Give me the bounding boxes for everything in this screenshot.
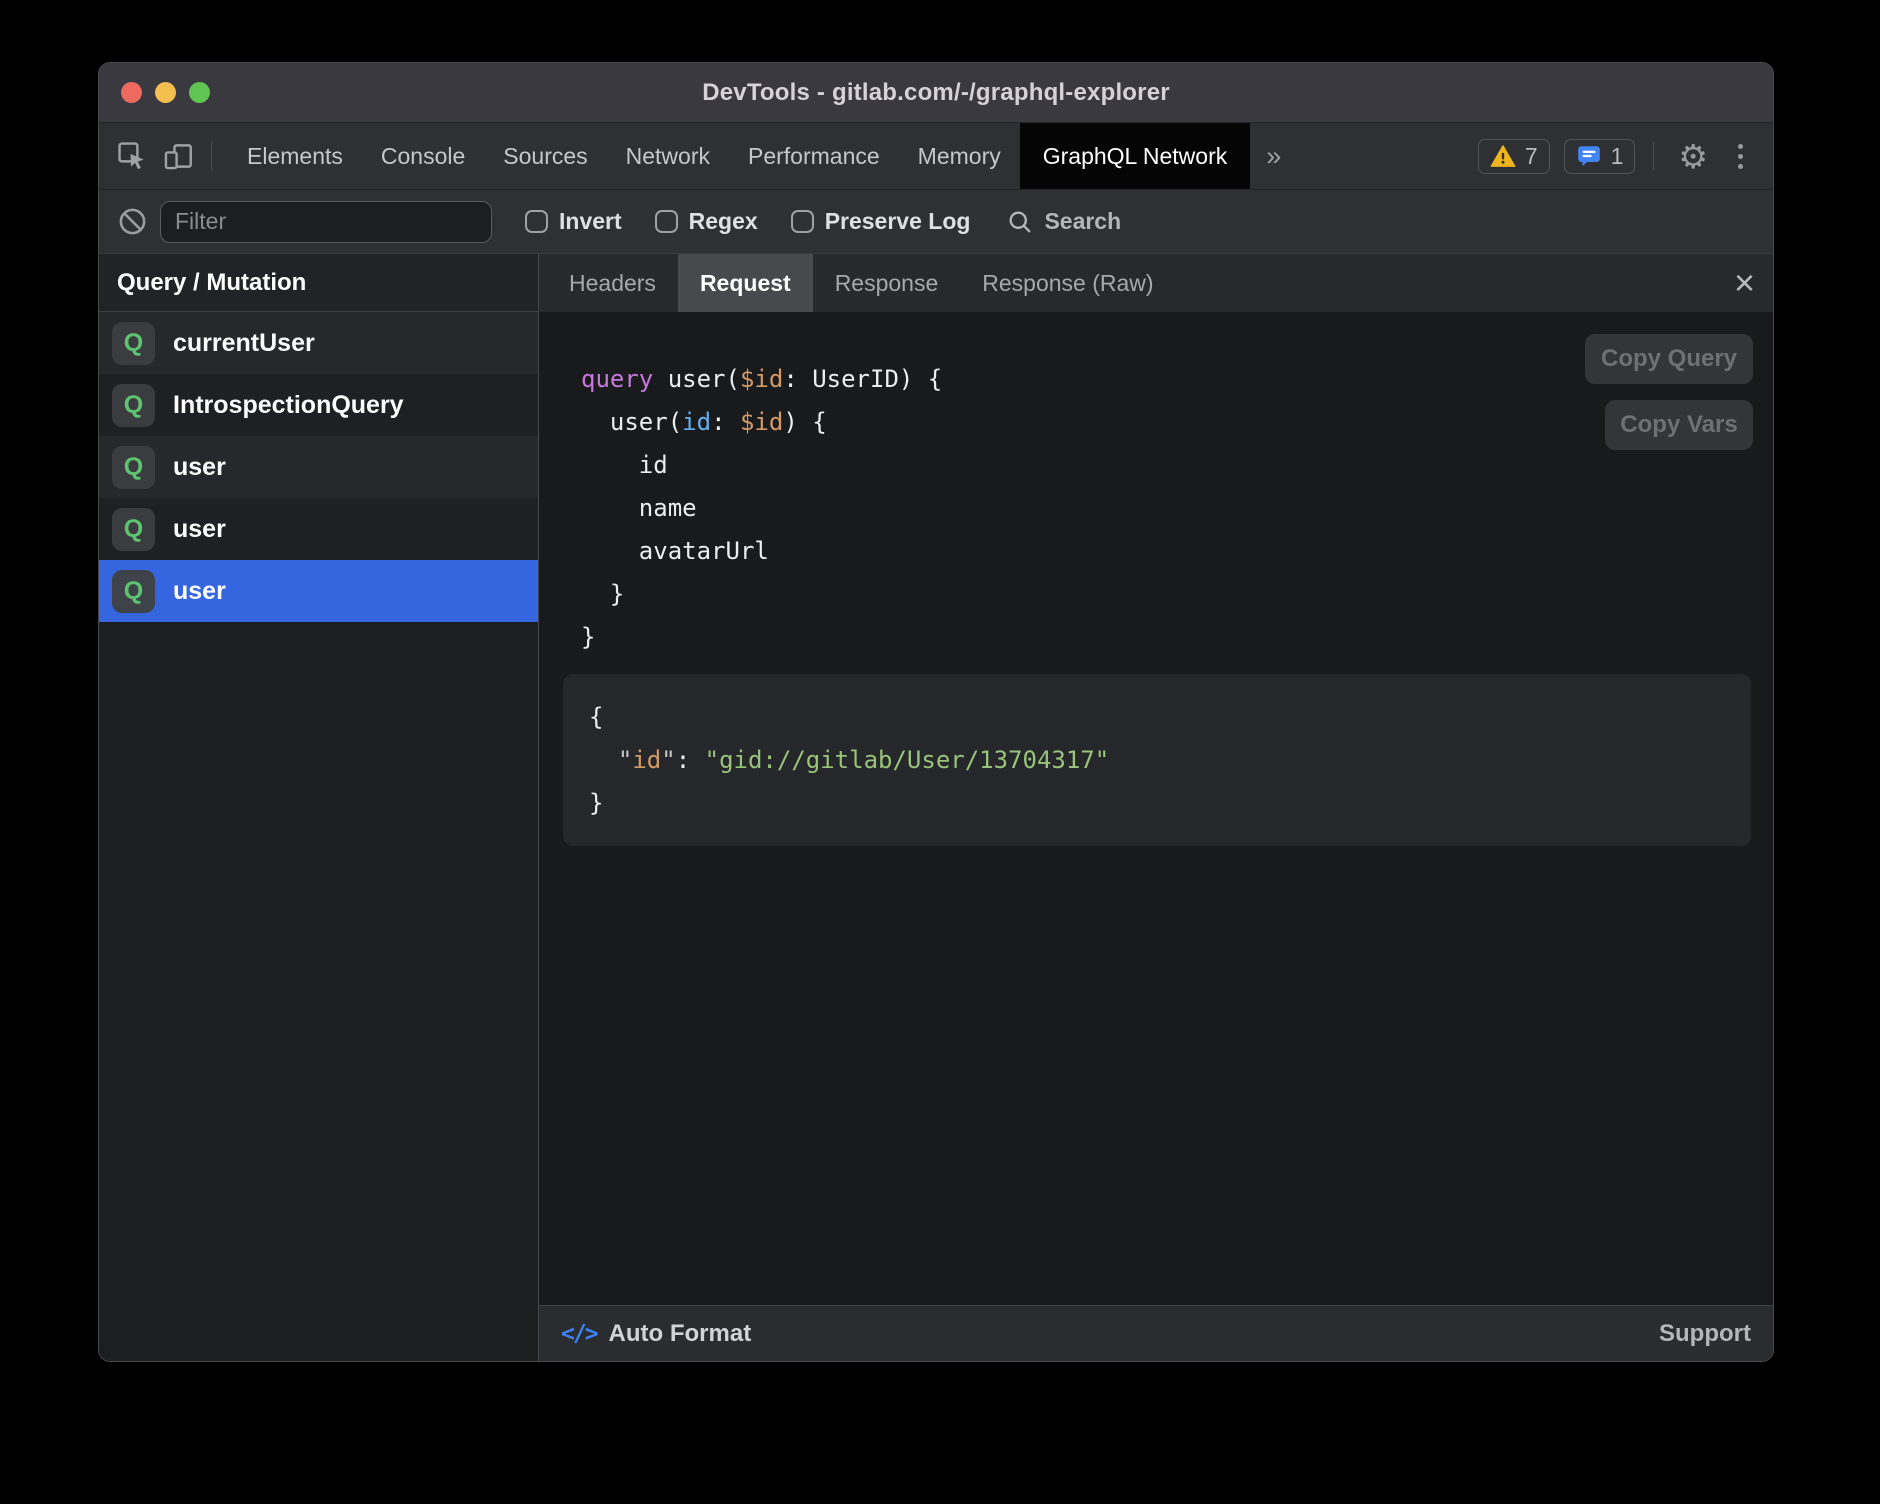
close-icon[interactable]: ×	[1734, 254, 1755, 312]
tab-sources[interactable]: Sources	[484, 123, 606, 189]
warnings-badge[interactable]: 7	[1478, 139, 1550, 174]
inspect-icon[interactable]	[115, 139, 149, 173]
query-list-item-label: IntrospectionQuery	[173, 391, 404, 420]
tab-response-raw[interactable]: Response (Raw)	[960, 254, 1175, 312]
invert-label: Invert	[559, 208, 622, 235]
tab-memory[interactable]: Memory	[899, 123, 1020, 189]
tab-performance[interactable]: Performance	[729, 123, 899, 189]
detail-tabs: Headers Request Response Response (Raw) …	[539, 254, 1773, 312]
main-area: Query / Mutation Q currentUser Q Introsp…	[99, 253, 1773, 1361]
tab-response[interactable]: Response	[813, 254, 961, 312]
query-type-badge: Q	[112, 508, 155, 551]
devtools-toolbar: Elements Console Sources Network Perform…	[99, 123, 1773, 189]
support-link[interactable]: Support	[1659, 1320, 1751, 1348]
query-list-item-selected[interactable]: Q user	[99, 560, 538, 622]
gear-icon[interactable]: ⚙	[1672, 140, 1714, 173]
close-window-button[interactable]	[121, 82, 142, 103]
preserve-log-option: Preserve Log	[791, 208, 971, 235]
tab-console[interactable]: Console	[362, 123, 484, 189]
minimize-window-button[interactable]	[155, 82, 176, 103]
titlebar: DevTools - gitlab.com/-/graphql-explorer	[99, 63, 1773, 123]
query-list-item[interactable]: Q IntrospectionQuery	[99, 374, 538, 436]
invert-option: Invert	[525, 208, 622, 235]
query-list-item[interactable]: Q currentUser	[99, 312, 538, 374]
search-control[interactable]: Search	[1006, 208, 1121, 236]
tab-headers[interactable]: Headers	[547, 254, 678, 312]
auto-format-button[interactable]: Auto Format	[609, 1320, 752, 1348]
regex-label: Regex	[689, 208, 758, 235]
query-list-item[interactable]: Q user	[99, 436, 538, 498]
graphql-query-code: query user($id: UserID) { user(id: $id) …	[581, 358, 942, 659]
toolbar-separator	[1653, 141, 1654, 171]
preserve-log-checkbox[interactable]	[791, 210, 814, 233]
messages-badge[interactable]: 1	[1564, 139, 1636, 174]
search-icon	[1006, 208, 1034, 236]
more-tabs-icon[interactable]: »	[1250, 123, 1297, 189]
copy-vars-button[interactable]: Copy Vars	[1605, 400, 1753, 450]
detail-panel: Headers Request Response Response (Raw) …	[539, 254, 1773, 1361]
query-list-item-label: user	[173, 453, 226, 482]
query-type-badge: Q	[112, 384, 155, 427]
sidebar-empty-area	[99, 622, 538, 1361]
zoom-window-button[interactable]	[189, 82, 210, 103]
window-title: DevTools - gitlab.com/-/graphql-explorer	[702, 79, 1170, 107]
query-type-badge: Q	[112, 446, 155, 489]
copy-query-button[interactable]: Copy Query	[1585, 334, 1753, 384]
message-count: 1	[1611, 143, 1624, 170]
toolbar-separator	[211, 141, 212, 171]
sidebar-header: Query / Mutation	[99, 254, 538, 312]
tab-network[interactable]: Network	[607, 123, 729, 189]
filter-bar: Invert Regex Preserve Log Search	[99, 189, 1773, 253]
devtools-window: DevTools - gitlab.com/-/graphql-explorer…	[98, 62, 1774, 1362]
search-label: Search	[1044, 208, 1121, 235]
chat-icon	[1576, 143, 1602, 169]
query-list-item-label: user	[173, 577, 226, 606]
devtools-tabs: Elements Console Sources Network Perform…	[228, 123, 1250, 189]
filter-input[interactable]	[160, 201, 492, 243]
query-sidebar: Query / Mutation Q currentUser Q Introsp…	[99, 254, 539, 1361]
device-toolbar-icon[interactable]	[161, 139, 195, 173]
invert-checkbox[interactable]	[525, 210, 548, 233]
tab-elements[interactable]: Elements	[228, 123, 362, 189]
tab-request[interactable]: Request	[678, 254, 813, 312]
warning-count: 7	[1525, 143, 1538, 170]
regex-checkbox[interactable]	[655, 210, 678, 233]
preserve-log-label: Preserve Log	[825, 208, 971, 235]
query-type-badge: Q	[112, 570, 155, 613]
query-list-item-label: currentUser	[173, 329, 315, 358]
query-variables-box: { "id": "gid://gitlab/User/13704317"}	[563, 674, 1751, 846]
kebab-menu-icon[interactable]	[1728, 144, 1753, 169]
query-type-badge: Q	[112, 322, 155, 365]
regex-option: Regex	[655, 208, 758, 235]
query-list-item[interactable]: Q user	[99, 498, 538, 560]
code-brackets-icon: </>	[561, 1321, 597, 1347]
bottom-bar: </> Auto Format Support	[539, 1305, 1773, 1361]
warning-icon	[1490, 144, 1516, 168]
tab-graphql-network[interactable]: GraphQL Network	[1020, 123, 1251, 189]
query-list-item-label: user	[173, 515, 226, 544]
block-icon[interactable]	[117, 206, 148, 237]
traffic-lights	[121, 63, 210, 122]
request-content: query user($id: UserID) { user(id: $id) …	[539, 312, 1773, 1305]
